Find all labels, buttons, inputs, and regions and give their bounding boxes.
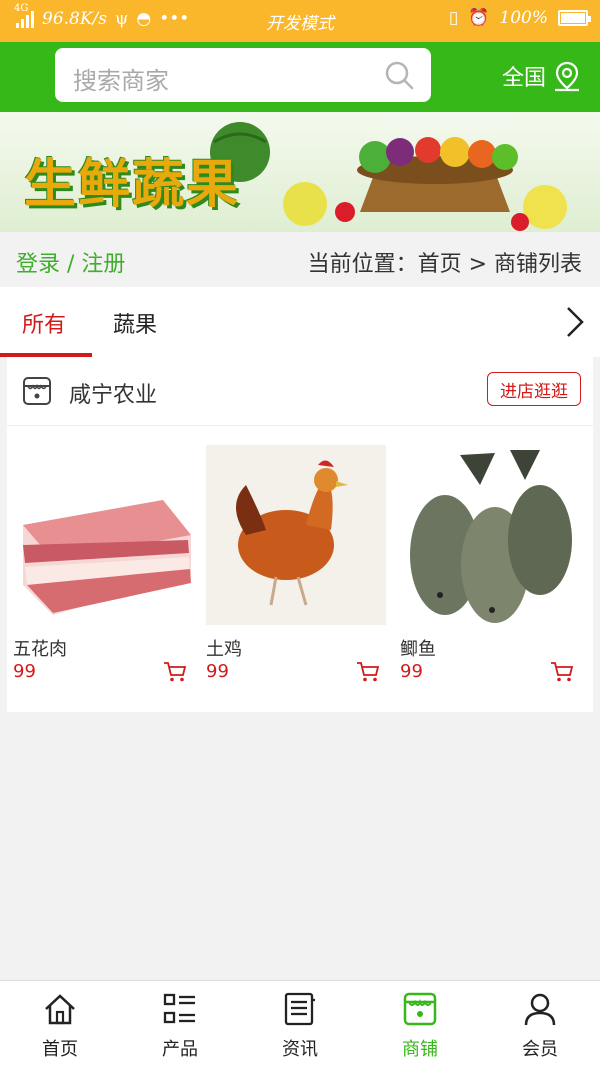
store-icon <box>403 992 437 1026</box>
user-icon <box>524 993 556 1026</box>
store-header: 咸宁农业 进店逛逛 <box>7 357 593 426</box>
product-card[interactable]: 土鸡 99 <box>206 445 386 682</box>
product-name: 土鸡 <box>206 639 242 660</box>
breadcrumb-bar: 登录 / 注册 当前位置：首页 > 商铺列表 <box>0 232 600 287</box>
product-price: 99 <box>13 661 36 682</box>
region-label: 全国 <box>501 66 546 91</box>
store-name: 咸宁农业 <box>69 383 158 408</box>
home-icon <box>45 994 75 1025</box>
tabbar-label: 资讯 <box>282 1039 318 1060</box>
promo-banner[interactable]: 生鲜蔬果 <box>0 112 600 232</box>
product-image-fish[interactable] <box>400 445 580 625</box>
tabbar-item-member[interactable]: 会员 <box>480 981 600 1068</box>
alarm-icon: ⏰ <box>468 8 490 28</box>
search-input[interactable]: 搜索商家 <box>55 48 431 102</box>
login-register-link[interactable]: 登录 / 注册 <box>16 246 125 278</box>
visit-store-button[interactable]: 进店逛逛 <box>487 372 581 406</box>
tabbar-item-products[interactable]: 产品 <box>120 981 240 1068</box>
product-name: 鲫鱼 <box>400 639 436 660</box>
bottom-tab-bar: 首页 产品 资讯 商铺 会员 <box>0 980 600 1068</box>
breadcrumb: 当前位置：首页 > 商铺列表 <box>307 252 582 277</box>
product-image-pork[interactable] <box>13 445 193 625</box>
product-price: 99 <box>400 661 423 682</box>
tabbar-label: 商铺 <box>402 1039 438 1060</box>
battery-percent: 100% <box>499 8 548 28</box>
product-price: 99 <box>206 661 229 682</box>
location-pin-icon <box>555 61 579 92</box>
cart-icon[interactable] <box>163 661 187 683</box>
news-icon <box>284 992 315 1026</box>
product-name: 五花肉 <box>13 639 67 660</box>
tabbar-label: 首页 <box>42 1039 78 1060</box>
tabbar-item-stores[interactable]: 商铺 <box>360 981 480 1068</box>
tabbar-item-news[interactable]: 资讯 <box>240 981 360 1068</box>
shop-icon <box>23 377 51 405</box>
store-card: 咸宁农业 进店逛逛 五花肉 99 土鸡 99 鲫鱼 99 <box>7 357 593 712</box>
battery-icon <box>558 10 591 26</box>
list-icon <box>163 993 195 1024</box>
region-selector[interactable]: 全国 <box>502 60 582 92</box>
cart-icon[interactable] <box>550 661 574 683</box>
banner-title: 生鲜蔬果 <box>24 155 241 215</box>
vibrate-icon: ▯ <box>448 8 459 28</box>
category-tabs: 所有 蔬果 <box>0 287 600 357</box>
status-bar: 4G 96.8K/s ψ ◓ ••• 开发模式 ▯ ⏰ 100% <box>0 0 600 42</box>
header: 搜索商家 全国 <box>0 42 600 112</box>
chevron-right-icon[interactable] <box>564 305 586 339</box>
cart-icon[interactable] <box>356 661 380 683</box>
tabbar-item-home[interactable]: 首页 <box>0 981 120 1068</box>
tabbar-label: 会员 <box>522 1039 558 1060</box>
tab-vegetables-fruits[interactable]: 蔬果 <box>113 307 157 339</box>
tab-all[interactable]: 所有 <box>22 307 66 339</box>
search-icon[interactable] <box>383 59 415 91</box>
product-card[interactable]: 五花肉 99 <box>13 445 193 682</box>
search-placeholder: 搜索商家 <box>73 67 169 95</box>
product-card[interactable]: 鲫鱼 99 <box>400 445 580 682</box>
tabbar-label: 产品 <box>162 1039 198 1060</box>
product-image-chicken[interactable] <box>206 445 386 625</box>
